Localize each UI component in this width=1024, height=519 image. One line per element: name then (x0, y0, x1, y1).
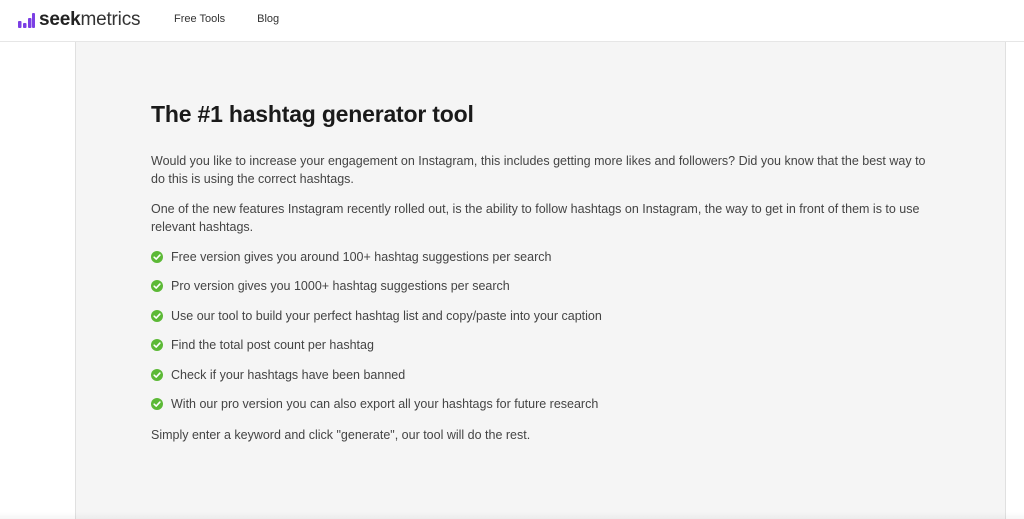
top-navbar: seekmetrics Free Tools Blog (0, 0, 1024, 42)
intro-section: The #1 hashtag generator tool Would you … (151, 100, 941, 444)
main-nav: Free Tools Blog (174, 0, 311, 38)
page-title: The #1 hashtag generator tool (151, 101, 474, 127)
feature-item: Free version gives you around 100+ hasht… (151, 248, 941, 266)
logo-text: seekmetrics (39, 9, 140, 31)
nav-link-free-tools[interactable]: Free Tools (174, 12, 225, 26)
nav-link-blog[interactable]: Blog (257, 12, 279, 26)
logo-text-bold: seek (39, 9, 81, 30)
feature-text: Check if your hashtags have been banned (171, 367, 406, 382)
intro-paragraph-2: One of the new features Instagram recent… (151, 202, 920, 234)
bottom-edge-shadow (0, 512, 1024, 519)
feature-item: With our pro version you can also export… (151, 395, 941, 413)
feature-item: Pro version gives you 1000+ hashtag sugg… (151, 277, 941, 295)
check-circle-icon (151, 251, 163, 263)
feature-list: Free version gives you around 100+ hasht… (151, 248, 941, 413)
feature-item: Check if your hashtags have been banned (151, 366, 941, 384)
check-circle-icon (151, 280, 163, 293)
feature-text: With our pro version you can also export… (171, 396, 599, 411)
check-circle-icon (151, 339, 163, 352)
check-circle-icon (151, 309, 163, 322)
intro-paragraph-1: Would you like to increase your engageme… (151, 154, 926, 186)
logo-text-light: metrics (80, 9, 141, 30)
feature-item: Find the total post count per hashtag (151, 336, 941, 354)
feature-text: Find the total post count per hashtag (171, 338, 374, 353)
seekmetrics-logo[interactable]: seekmetrics (18, 9, 140, 31)
bar-chart-icon (18, 12, 35, 28)
feature-text: Free version gives you around 100+ hasht… (171, 250, 552, 264)
content-panel: The #1 hashtag generator tool Would you … (75, 42, 1006, 519)
outro-paragraph: Simply enter a keyword and click "genera… (151, 427, 531, 442)
check-circle-icon (151, 368, 163, 381)
feature-text: Use our tool to build your perfect hasht… (171, 308, 602, 323)
feature-text: Pro version gives you 1000+ hashtag sugg… (171, 279, 510, 294)
feature-item: Use our tool to build your perfect hasht… (151, 307, 941, 325)
check-circle-icon (151, 397, 163, 410)
